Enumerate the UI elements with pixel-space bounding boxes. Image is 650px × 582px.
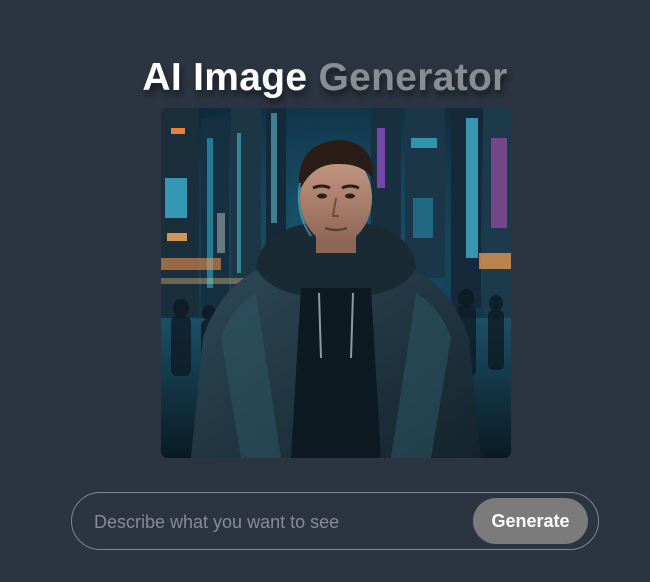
generated-image [161, 108, 511, 458]
generated-image-illustration [161, 108, 511, 458]
page-title: AI Image Generator [0, 52, 650, 104]
title-secondary: Generator [318, 56, 508, 100]
title-primary: AI Image [142, 56, 308, 100]
app-page: AI Image Generator Describe what you wan… [0, 0, 650, 582]
generate-button[interactable]: Generate [473, 498, 588, 544]
prompt-input[interactable] [92, 501, 466, 543]
prompt-bar: Generate [71, 492, 599, 550]
